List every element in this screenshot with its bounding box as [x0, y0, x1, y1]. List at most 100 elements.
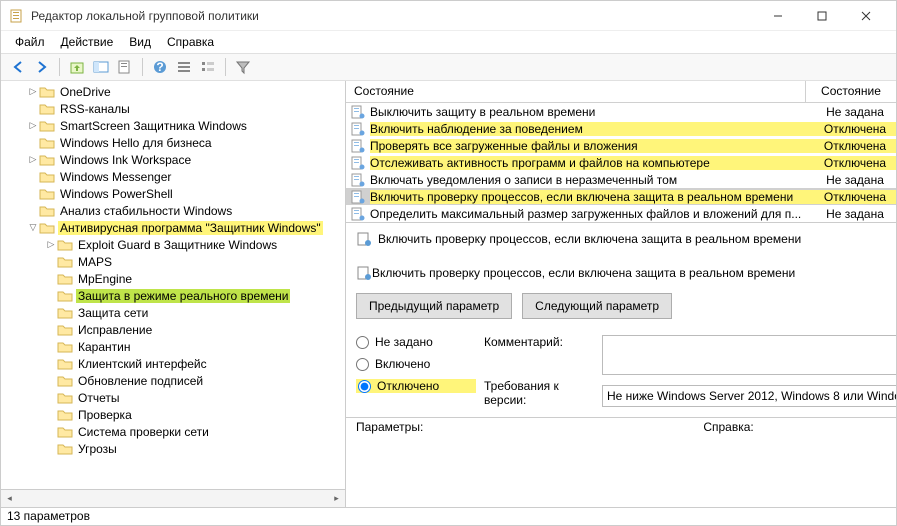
tree-node[interactable]: Анализ стабильности Windows — [1, 202, 345, 219]
tree-pane: ▷OneDrive RSS-каналы▷SmartScreen Защитник… — [1, 81, 346, 507]
parameters-label: Параметры: — [356, 420, 423, 435]
detail-title-2: Включить проверку процессов, если включе… — [372, 266, 795, 280]
tree-node-label: Система проверки сети — [76, 425, 211, 439]
folder-icon — [39, 119, 55, 133]
close-button[interactable] — [844, 1, 888, 31]
folder-icon — [57, 272, 73, 286]
tree-node-label: Windows Hello для бизнеса — [58, 136, 214, 150]
list-row[interactable]: Отслеживать активность программ и файлов… — [346, 154, 896, 171]
expander-icon[interactable]: ▷ — [27, 120, 39, 131]
list-row-state: Отключена — [814, 139, 896, 153]
list-row-label: Отслеживать активность программ и файлов… — [370, 156, 814, 170]
list-row[interactable]: Выключить защиту в реальном времениНе за… — [346, 103, 896, 120]
folder-icon — [57, 374, 73, 388]
folder-icon — [57, 323, 73, 337]
menu-view[interactable]: Вид — [121, 33, 159, 51]
filter-button[interactable] — [232, 56, 254, 78]
tree-node[interactable]: Клиентский интерфейс — [1, 355, 345, 372]
tree-node[interactable]: MAPS — [1, 253, 345, 270]
folder-icon — [57, 238, 73, 252]
expander-icon[interactable]: ▽ — [27, 222, 39, 233]
tree-node[interactable]: Windows PowerShell — [1, 185, 345, 202]
menu-help[interactable]: Справка — [159, 33, 222, 51]
tree-node[interactable]: Отчеты — [1, 389, 345, 406]
list-row[interactable]: Включить наблюдение за поведениемОтключе… — [346, 120, 896, 137]
properties-button[interactable] — [114, 56, 136, 78]
bottom-bar: Параметры: Справка: — [346, 417, 896, 437]
menubar: Файл Действие Вид Справка — [1, 31, 896, 53]
tree-node[interactable]: ▷ Windows Ink Workspace — [1, 151, 345, 168]
folder-icon — [57, 255, 73, 269]
list-row[interactable]: Включать уведомления о записи в неразмеч… — [346, 171, 896, 188]
comment-label: Комментарий: — [484, 335, 594, 349]
list-row-state: Не задана — [814, 173, 896, 187]
back-button[interactable] — [7, 56, 29, 78]
next-setting-button[interactable]: Следующий параметр — [522, 293, 672, 319]
list-row[interactable]: Включить проверку процессов, если включе… — [346, 188, 896, 205]
requirements-textbox[interactable]: Не ниже Windows Server 2012, Windows 8 и… — [602, 385, 896, 407]
radio-not-configured[interactable]: Не задано — [356, 335, 476, 349]
tree-node[interactable]: Исправление — [1, 321, 345, 338]
tree-node-label: Отчеты — [76, 391, 121, 405]
prev-setting-button[interactable]: Предыдущий параметр — [356, 293, 512, 319]
menu-file[interactable]: Файл — [7, 33, 53, 51]
folder-icon — [57, 408, 73, 422]
comment-textbox[interactable] — [602, 335, 896, 375]
column-header-state[interactable]: Состояние — [806, 81, 896, 102]
tree-node-label: Клиентский интерфейс — [76, 357, 209, 371]
tree-node[interactable]: MpEngine — [1, 270, 345, 287]
list-row-state: Отключена — [814, 156, 896, 170]
tree-node[interactable]: Защита сети — [1, 304, 345, 321]
list-row-label: Проверять все загруженные файлы и вложен… — [370, 139, 814, 153]
folder-icon — [57, 340, 73, 354]
folder-icon — [57, 442, 73, 456]
expander-icon[interactable]: ▷ — [27, 86, 39, 97]
tree-node-label: Windows PowerShell — [58, 187, 175, 201]
maximize-button[interactable] — [800, 1, 844, 31]
show-hide-console-tree-button[interactable] — [90, 56, 112, 78]
tree-node-label: Windows Messenger — [58, 170, 173, 184]
list-row[interactable]: Проверять все загруженные файлы и вложен… — [346, 137, 896, 154]
tree-body[interactable]: ▷OneDrive RSS-каналы▷SmartScreen Защитник… — [1, 81, 345, 489]
tree-node-label: MAPS — [76, 255, 114, 269]
tree-node-label: RSS-каналы — [58, 102, 132, 116]
tree-node[interactable]: Защита в режиме реального времени — [1, 287, 345, 304]
tree-node[interactable]: ▷Exploit Guard в Защитнике Windows — [1, 236, 345, 253]
tree-node-label: Защита сети — [76, 306, 150, 320]
menu-action[interactable]: Действие — [53, 33, 122, 51]
list-view-button[interactable] — [197, 56, 219, 78]
tree-node[interactable]: Угрозы — [1, 440, 345, 457]
tree-node[interactable]: Карантин — [1, 338, 345, 355]
tree-node[interactable]: RSS-каналы — [1, 100, 345, 117]
radio-disabled[interactable]: Отключено — [356, 379, 476, 393]
tree-node[interactable]: Windows Hello для бизнеса — [1, 134, 345, 151]
tree-node[interactable]: ▷OneDrive — [1, 83, 345, 100]
forward-button[interactable] — [31, 56, 53, 78]
tree-horizontal-scrollbar[interactable]: ◂▸ — [1, 489, 345, 507]
tree-node[interactable]: ▷SmartScreen Защитника Windows — [1, 117, 345, 134]
list-body[interactable]: Выключить защиту в реальном времениНе за… — [346, 103, 896, 222]
column-header-setting[interactable]: Состояние — [346, 81, 806, 102]
status-count: 13 параметров — [7, 509, 90, 523]
policy-icon — [356, 265, 372, 281]
minimize-button[interactable] — [756, 1, 800, 31]
tree-node-label: Windows Ink Workspace — [58, 153, 193, 167]
list-row-label: Определить максимальный размер загруженн… — [370, 207, 814, 221]
up-button[interactable] — [66, 56, 88, 78]
tree-node[interactable]: Система проверки сети — [1, 423, 345, 440]
details-view-button[interactable] — [173, 56, 195, 78]
tree-node[interactable]: Windows Messenger — [1, 168, 345, 185]
tree-node[interactable]: Проверка — [1, 406, 345, 423]
radio-enabled[interactable]: Включено — [356, 357, 476, 371]
list-row-state: Не задана — [814, 105, 896, 119]
expander-icon[interactable]: ▷ — [27, 154, 39, 165]
folder-icon — [39, 136, 55, 150]
tree-node[interactable]: Обновление подписей — [1, 372, 345, 389]
tree-node[interactable]: ▽Антивирусная программа "Защитник Window… — [1, 219, 345, 236]
folder-icon — [57, 289, 73, 303]
expander-icon[interactable]: ▷ — [45, 239, 57, 250]
folder-icon — [39, 204, 55, 218]
list-row[interactable]: Определить максимальный размер загруженн… — [346, 205, 896, 222]
tree-node-label: Проверка — [76, 408, 134, 422]
help-button[interactable]: ? — [149, 56, 171, 78]
